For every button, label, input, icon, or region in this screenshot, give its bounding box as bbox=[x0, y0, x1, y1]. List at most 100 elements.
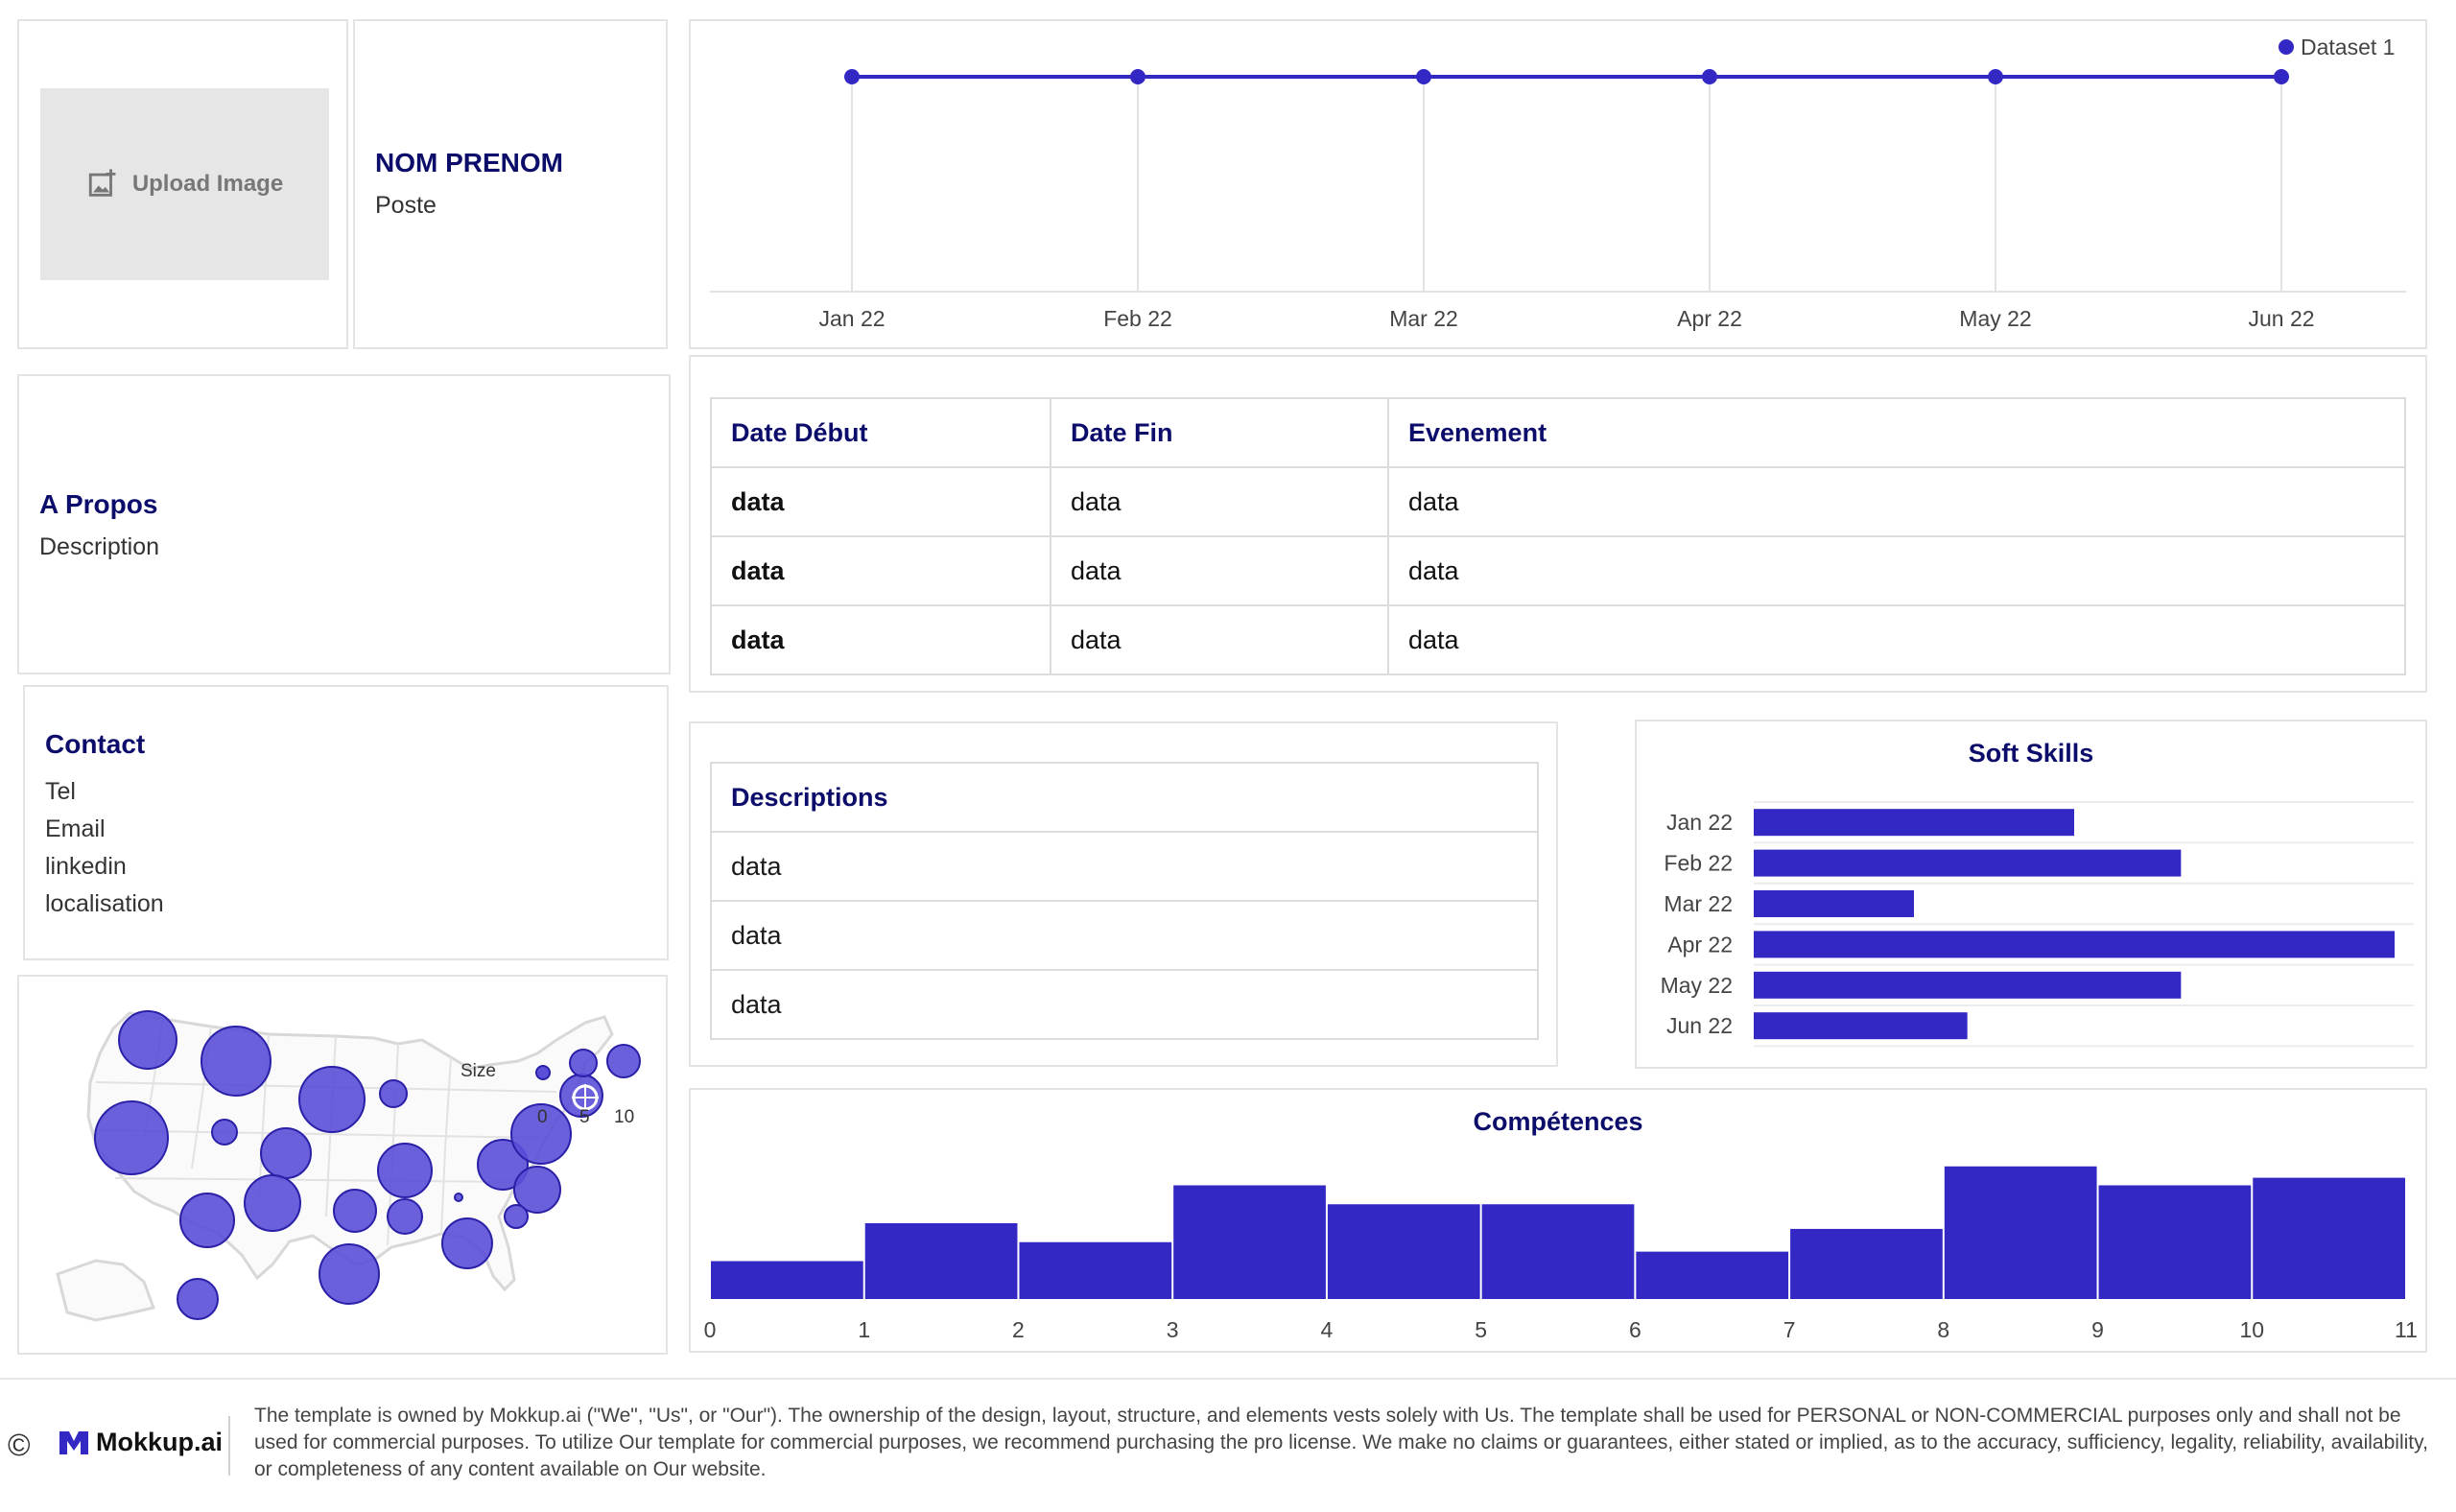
map-bubble[interactable] bbox=[377, 1143, 433, 1198]
map-bubble[interactable] bbox=[298, 1066, 366, 1133]
col-descriptions: Descriptions bbox=[710, 762, 1539, 833]
soft-skills-card: Soft Skills Jan 22 Feb 22 Mar 22 Apr 22 May 2… bbox=[1635, 720, 2427, 1069]
competences-x-tick: 11 bbox=[2395, 1317, 2418, 1342]
soft-skills-bar bbox=[1754, 931, 2395, 958]
contact-email: Email bbox=[45, 815, 106, 842]
contact-location: localisation bbox=[45, 890, 164, 917]
map-bubble[interactable] bbox=[387, 1198, 423, 1235]
about-card: A Propos Description bbox=[17, 374, 671, 674]
competences-bar bbox=[2098, 1185, 2252, 1299]
profile-name: NOM PRENOM bbox=[375, 148, 563, 177]
competences-bar bbox=[1173, 1185, 1326, 1299]
competences-bar bbox=[1019, 1241, 1172, 1299]
upload-card: Upload Image bbox=[17, 19, 348, 349]
profile-position: Poste bbox=[375, 192, 437, 219]
contact-card: Contact Tel Email linkedin localisation bbox=[23, 685, 669, 960]
map-bubble[interactable] bbox=[211, 1119, 238, 1146]
competences-card: Compétences 0 1 2 3 4 5 6 7 8 9 10 11 bbox=[689, 1088, 2427, 1353]
table-cell: data bbox=[710, 831, 1539, 902]
about-description: Description bbox=[39, 533, 160, 560]
map-bubble[interactable] bbox=[201, 1026, 272, 1097]
soft-skills-bar bbox=[1754, 849, 2182, 877]
line-chart-point bbox=[1130, 69, 1145, 84]
table-cell: data bbox=[710, 604, 1051, 675]
table-row: data bbox=[710, 900, 1539, 971]
contact-list: Tel Email linkedin localisation bbox=[45, 773, 164, 923]
events-table: Date Début Date Fin Evenement data data … bbox=[710, 397, 2406, 675]
table-row: data data data bbox=[710, 604, 2406, 675]
competences-x-tick: 3 bbox=[1167, 1317, 1179, 1342]
map-bubble[interactable] bbox=[333, 1189, 377, 1233]
map-bubble[interactable] bbox=[569, 1049, 598, 1077]
map-bubble[interactable] bbox=[244, 1174, 301, 1232]
line-chart-x-tick: Feb 22 bbox=[1103, 306, 1172, 331]
competences-x-tick: 5 bbox=[1475, 1317, 1487, 1342]
line-chart-x-tick: Apr 22 bbox=[1677, 306, 1742, 331]
map-bubble[interactable] bbox=[179, 1193, 235, 1248]
us-bubble-map[interactable]: Size 0 5 10 bbox=[19, 977, 666, 1353]
competences-x-tick: 0 bbox=[704, 1317, 717, 1342]
soft-skills-y-tick: Jan 22 bbox=[1666, 810, 1733, 835]
contact-tel: Tel bbox=[45, 778, 76, 805]
soft-skills-bar bbox=[1754, 890, 1914, 917]
table-cell: data bbox=[1387, 535, 2406, 606]
table-cell: data bbox=[1050, 535, 1389, 606]
competences-bar bbox=[1944, 1166, 2097, 1299]
map-legend-tick: 10 bbox=[614, 1107, 634, 1127]
map-bubble[interactable] bbox=[177, 1278, 219, 1320]
brand-logo[interactable]: Mokkup.ai bbox=[59, 1428, 223, 1457]
soft-skills-bar bbox=[1754, 809, 2074, 837]
competences-x-tick: 6 bbox=[1629, 1317, 1641, 1342]
table-row: data bbox=[710, 831, 1539, 902]
competences-x-tick: 8 bbox=[1937, 1317, 1949, 1342]
col-evenement: Evenement bbox=[1387, 397, 2406, 468]
col-date-debut: Date Début bbox=[710, 397, 1051, 468]
map-bubble[interactable] bbox=[379, 1079, 408, 1108]
map-bubble[interactable] bbox=[94, 1100, 169, 1175]
line-chart-point bbox=[2274, 69, 2289, 84]
copyright-icon: © bbox=[8, 1428, 31, 1462]
soft-skills-y-tick: May 22 bbox=[1661, 973, 1733, 998]
footer: © Mokkup.ai The template is owned by Mok… bbox=[0, 1378, 2456, 1512]
table-cell: data bbox=[1387, 604, 2406, 675]
table-cell: data bbox=[710, 466, 1051, 537]
line-chart-x-tick: May 22 bbox=[1959, 306, 2031, 331]
map-bubble[interactable] bbox=[454, 1193, 463, 1202]
map-bubble[interactable] bbox=[504, 1204, 529, 1229]
chart-title: Soft Skills bbox=[1969, 739, 2094, 768]
map-bubble[interactable] bbox=[260, 1127, 312, 1179]
competences-x-tick: 9 bbox=[2091, 1317, 2104, 1342]
descriptions-table: Descriptions data data data bbox=[710, 762, 1539, 1040]
table-cell: data bbox=[1387, 466, 2406, 537]
line-chart-x-tick: Jun 22 bbox=[2248, 306, 2314, 331]
add-image-icon bbox=[88, 169, 116, 197]
competences-bar bbox=[1327, 1204, 1480, 1299]
competences-bar bbox=[1481, 1204, 1635, 1299]
upload-image-button[interactable]: Upload Image bbox=[40, 88, 329, 280]
line-chart-x-tick: Mar 22 bbox=[1389, 306, 1458, 331]
competences-x-tick: 7 bbox=[1783, 1317, 1796, 1342]
table-cell: data bbox=[1050, 466, 1389, 537]
footer-divider bbox=[228, 1416, 230, 1476]
map-legend-title: Size bbox=[460, 1061, 496, 1081]
map-legend-tick: 5 bbox=[579, 1107, 590, 1127]
competences-x-tick: 2 bbox=[1012, 1317, 1025, 1342]
table-cell: data bbox=[710, 900, 1539, 971]
descriptions-header-row: Descriptions bbox=[710, 762, 1539, 833]
line-chart-point bbox=[1988, 69, 2003, 84]
events-card: Date Début Date Fin Evenement data data … bbox=[689, 355, 2427, 693]
legal-text: The template is owned by Mokkup.ai ("We"… bbox=[254, 1405, 2428, 1480]
alaska-outline bbox=[56, 1259, 155, 1322]
legend-label: Dataset 1 bbox=[2301, 35, 2395, 59]
table-row: data data data bbox=[710, 535, 2406, 606]
map-bubble[interactable] bbox=[606, 1044, 641, 1078]
soft-skills-chart: Soft Skills Jan 22 Feb 22 Mar 22 Apr 22 May 2… bbox=[1661, 739, 2414, 1048]
contact-title: Contact bbox=[45, 729, 146, 759]
map-bubble[interactable] bbox=[319, 1243, 380, 1305]
profile-card: NOM PRENOM Poste bbox=[353, 19, 668, 349]
col-date-fin: Date Fin bbox=[1050, 397, 1389, 468]
map-bubble[interactable] bbox=[118, 1010, 177, 1070]
table-cell: data bbox=[1050, 604, 1389, 675]
map-bubble[interactable] bbox=[441, 1217, 493, 1269]
line-chart-point bbox=[1702, 69, 1717, 84]
